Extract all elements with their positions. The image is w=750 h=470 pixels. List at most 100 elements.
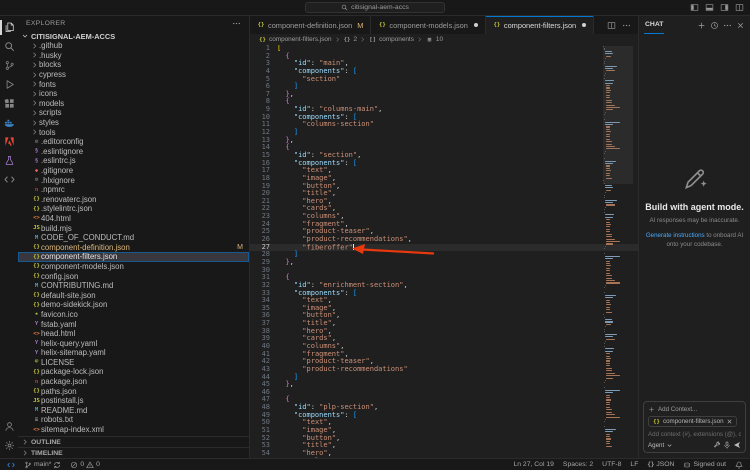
tree-file-component-models.json[interactable]: {} component-models.json [18, 262, 249, 272]
tree-file-.stylelintrc.json[interactable]: {} .stylelintrc.json [18, 204, 249, 214]
tree-folder-cypress[interactable]: cypress [18, 70, 249, 80]
language-mode-status[interactable]: {} JSON [647, 461, 674, 468]
tools-icon[interactable] [713, 441, 721, 449]
toggle-secondary-sidebar-icon[interactable] [720, 3, 729, 12]
context-chip[interactable]: {} component-filters.json [648, 416, 737, 427]
indentation-status[interactable]: Spaces: 2 [563, 461, 593, 468]
command-center-search[interactable]: citisignal-aem-accs [305, 2, 445, 13]
code-line[interactable]: 13 }, [250, 136, 638, 145]
tree-file-helix-query.yaml[interactable]: Yhelix-query.yaml [18, 338, 249, 348]
code-line[interactable]: 27 "fiberoffer" [250, 243, 638, 252]
tree-file-.editorconfig[interactable]: ⚙ .editorconfig [18, 137, 249, 147]
outline-section[interactable]: OUTLINE [18, 436, 249, 447]
chat-input-box[interactable]: Add Context... {} component-filters.json… [643, 400, 746, 453]
editor-more-actions-icon[interactable] [622, 21, 631, 30]
tree-file-component-definition.json[interactable]: {} component-definition.json M [18, 242, 249, 252]
chat-input-placeholder[interactable]: Add context (#), extensions (@), co... [648, 431, 741, 438]
tree-folder-tools[interactable]: tools [18, 127, 249, 137]
tab-component-models.json[interactable]: {} component-models.json [371, 16, 486, 34]
tree-folder-.husky[interactable]: .husky [18, 51, 249, 61]
problems-status[interactable]: 0 0 [70, 460, 100, 469]
adobe-aem-icon[interactable] [0, 132, 18, 151]
code-editor[interactable]: 1[2 {3 "id": "main", 4 "components": [5 "… [250, 45, 638, 458]
code-line[interactable]: 29 }, [250, 258, 638, 267]
notifications-bell[interactable] [735, 461, 743, 469]
remote-indicator[interactable] [7, 461, 15, 469]
code-line[interactable]: 45 }, [250, 380, 638, 389]
tab-component-definition.json[interactable]: {} component-definition.json M [250, 16, 372, 34]
run-debug-icon[interactable] [0, 75, 18, 94]
tree-file-demo-sidekick.json[interactable]: {} demo-sidekick.json [18, 300, 249, 310]
code-line[interactable]: 44 ] [250, 373, 638, 382]
code-line[interactable]: 11 "columns-section" [250, 121, 638, 129]
tree-folder-models[interactable]: models [18, 99, 249, 109]
code-line[interactable]: 7 }, [250, 90, 638, 99]
tree-folder-.github[interactable]: .github [18, 41, 249, 51]
tree-file-package.json[interactable]: n package.json [18, 377, 249, 387]
tree-file-build.mjs[interactable]: JS build.mjs [18, 223, 249, 233]
tree-file-paths.json[interactable]: {} paths.json [18, 386, 249, 396]
agent-mode-picker[interactable]: Agent [648, 442, 664, 449]
eol-status[interactable]: LF [630, 461, 638, 468]
code-line[interactable]: 1[ [250, 45, 638, 53]
tree-file-default-site.json[interactable]: {} default-site.json [18, 290, 249, 300]
tree-file-README.md[interactable]: M README.md [18, 406, 249, 416]
cursor-position-status[interactable]: Ln 27, Col 19 [513, 461, 553, 468]
code-line[interactable]: 43 "product-recommendations" [250, 365, 638, 374]
new-chat-icon[interactable] [697, 21, 706, 30]
encoding-status[interactable]: UTF-8 [602, 461, 621, 468]
tree-file-config.json[interactable]: {} config.json [18, 271, 249, 281]
tree-file-head.html[interactable]: <> head.html [18, 329, 249, 339]
tree-file-CODE_OF_CONDUCT.md[interactable]: M CODE_OF_CONDUCT.md [18, 233, 249, 243]
chat-tab[interactable]: CHAT [644, 16, 665, 34]
explorer-icon[interactable] [0, 18, 18, 37]
code-line[interactable]: 12 ] [250, 128, 638, 137]
source-control-icon[interactable] [0, 56, 18, 75]
code-line[interactable]: 5 "section" [250, 75, 638, 84]
generate-instructions-link[interactable]: Generate instructions [646, 232, 705, 239]
copilot-status[interactable]: Signed out [683, 461, 726, 469]
tree-file-.eslintignore[interactable]: § .eslintignore [18, 147, 249, 157]
code-line[interactable]: 28 ] [250, 250, 638, 259]
breadcrumb-item[interactable]: [] components [368, 36, 414, 43]
mic-icon[interactable] [723, 441, 731, 449]
chat-more-actions-icon[interactable] [723, 21, 732, 30]
minimap[interactable] [603, 46, 633, 458]
tree-file-fstab.yaml[interactable]: Yfstab.yaml [18, 319, 249, 329]
close-chat-panel-icon[interactable] [736, 21, 745, 30]
timeline-section[interactable]: TIMELINE [18, 447, 249, 458]
tree-file-CONTRIBUTING.md[interactable]: M CONTRIBUTING.md [18, 281, 249, 291]
split-editor-icon[interactable] [607, 21, 616, 30]
project-root-folder[interactable]: CITISIGNAL-AEM-ACCS [18, 31, 249, 41]
explorer-more-actions-icon[interactable] [232, 19, 241, 28]
tree-file-404.html[interactable]: <> 404.html [18, 214, 249, 224]
send-icon[interactable] [733, 441, 741, 449]
tab-component-filters.json[interactable]: {} component-filters.json [485, 16, 595, 34]
tree-file-.npmrc[interactable]: n .npmrc [18, 185, 249, 195]
code-line[interactable]: 30 [250, 266, 638, 275]
tree-file-component-filters.json[interactable]: {} component-filters.json [18, 252, 249, 262]
tree-folder-blocks[interactable]: blocks [18, 60, 249, 70]
tree-file-sitemap-index.xml[interactable]: <> sitemap-index.xml [18, 425, 249, 435]
toggle-panel-icon[interactable] [705, 3, 714, 12]
remote-explorer-icon[interactable] [0, 170, 18, 189]
tree-file-.gitignore[interactable]: ◆ .gitignore [18, 166, 249, 176]
tree-file-helix-sitemap.yaml[interactable]: Yhelix-sitemap.yaml [18, 348, 249, 358]
add-context-button[interactable]: Add Context... [648, 406, 741, 413]
docker-icon[interactable] [0, 113, 18, 132]
tree-file-LICENSE[interactable]: © LICENSE [18, 358, 249, 368]
tree-folder-fonts[interactable]: fonts [18, 79, 249, 89]
breadcrumb-item[interactable]: {} 2 [343, 36, 357, 43]
tree-file-.hlxignore[interactable]: ⚙ .hlxignore [18, 175, 249, 185]
tree-file-.renovaterc.json[interactable]: {} .renovaterc.json [18, 195, 249, 205]
git-branch-status[interactable]: main* [24, 461, 61, 469]
tree-file-package-lock.json[interactable]: {} package-lock.json [18, 367, 249, 377]
account-icon[interactable] [0, 417, 18, 436]
tree-file-.eslintrc.js[interactable]: § .eslintrc.js [18, 156, 249, 166]
toggle-primary-sidebar-icon[interactable] [690, 3, 699, 12]
tree-file-postinstall.js[interactable]: JS postinstall.js [18, 396, 249, 406]
chat-history-icon[interactable] [710, 21, 719, 30]
tree-folder-styles[interactable]: styles [18, 118, 249, 128]
breadcrumb-item[interactable]: ▦ 10 [425, 36, 443, 43]
extensions-icon[interactable] [0, 94, 18, 113]
